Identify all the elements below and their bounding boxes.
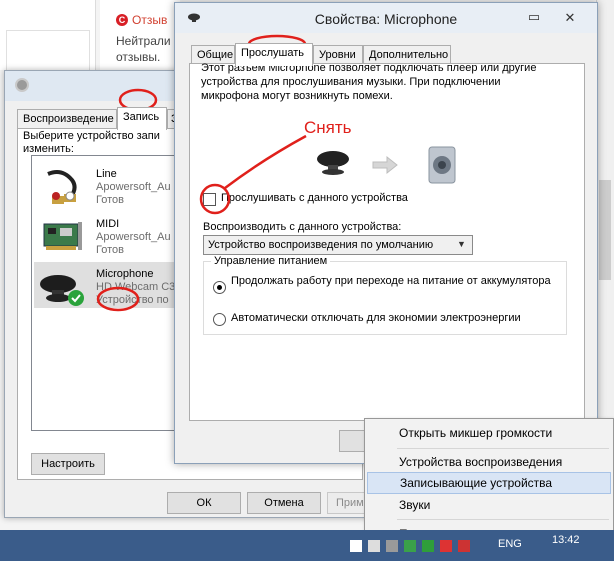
configure-button[interactable]: Настроить [31, 453, 105, 475]
device-list-instruction: Выберите устройство запи изменить: [23, 130, 160, 155]
tray-context-menu: Открыть микшер громкости Устройства восп… [364, 418, 614, 546]
annotation-label: Снять [304, 118, 352, 137]
menu-item-recording-devices[interactable]: Записывающие устройства [367, 472, 611, 494]
network-icon[interactable] [368, 540, 380, 552]
device-row-midi[interactable]: MIDI Apowersoft_Au Готов [34, 212, 189, 258]
taskbar [0, 530, 614, 561]
check-icon[interactable] [404, 540, 416, 552]
device-name: Line [96, 168, 117, 180]
playback-device-select[interactable]: Устройство воспроизведения по умолчанию [203, 235, 473, 255]
tab-playback[interactable]: Воспроизведение [17, 109, 117, 129]
continue-on-battery-label[interactable]: Продолжать работу при переходе на питани… [231, 275, 551, 288]
sound-card-icon [43, 222, 82, 250]
listen-checkbox[interactable] [203, 193, 216, 206]
tab-recording[interactable]: Запись [117, 107, 167, 130]
system-tray [350, 540, 500, 554]
speaker-icon [15, 78, 29, 92]
language-indicator[interactable]: ENG [498, 538, 522, 550]
antivirus-icon[interactable] [422, 540, 434, 552]
webcam-microphone-icon [40, 275, 84, 306]
listen-description: Этот разъем Microphone позволяет подключ… [201, 62, 537, 102]
chevron-down-icon[interactable]: ▼ [457, 239, 466, 249]
speaker-icon[interactable] [386, 540, 398, 552]
cancel-button[interactable]: Отмена [247, 492, 321, 514]
minimize-icon[interactable]: ▭ [525, 10, 543, 25]
app-icon[interactable] [458, 540, 470, 552]
recording-device-list[interactable]: Line Apowersoft_Au Готов MIDI Apowersoft… [31, 155, 191, 431]
menu-separator [397, 519, 609, 520]
microphone-properties-dialog: Свойства: Microphone ▭ ✕ Общие Прослушат… [174, 2, 598, 464]
continue-on-battery-radio[interactable] [213, 281, 226, 294]
background-left-box [6, 30, 90, 72]
background-text: отзывы. [116, 50, 161, 64]
background-text: Нейтрали [116, 34, 171, 48]
alert-icon[interactable] [440, 540, 452, 552]
flag-icon[interactable] [350, 540, 362, 552]
close-icon[interactable]: ✕ [553, 9, 587, 27]
menu-separator [397, 448, 609, 449]
menu-item-open-mixer[interactable]: Открыть микшер громкости [367, 422, 611, 444]
scrollbar-thumb[interactable] [599, 180, 611, 280]
auto-power-off-label[interactable]: Автоматически отключать для экономии эле… [231, 312, 521, 324]
device-name: Microphone [96, 268, 154, 280]
tab-listen[interactable]: Прослушать [235, 43, 313, 66]
audio-cable-icon [47, 170, 77, 204]
menu-item-sounds[interactable]: Звуки [367, 494, 611, 516]
device-name: MIDI [96, 218, 120, 230]
auto-power-off-radio[interactable] [213, 313, 226, 326]
device-row-microphone[interactable]: Microphone HD Webcam C3 Устройство по [34, 262, 189, 308]
playback-device-label: Воспроизводить с данного устройства: [203, 221, 402, 233]
clock[interactable]: 13:42 [552, 534, 580, 546]
power-management-label: Управление питанием [211, 255, 331, 267]
menu-item-playback-devices[interactable]: Устройства воспроизведения [367, 451, 611, 473]
listen-checkbox-label[interactable]: Прослушивать с данного устройства [221, 192, 408, 204]
device-row-line[interactable]: Line Apowersoft_Au Готов [34, 162, 189, 208]
background-heading[interactable]: Отзыв [132, 13, 167, 27]
site-logo-icon: C [116, 14, 128, 26]
mic-to-speaker-illustration [317, 146, 456, 184]
ok-button[interactable]: ОК [167, 492, 241, 514]
